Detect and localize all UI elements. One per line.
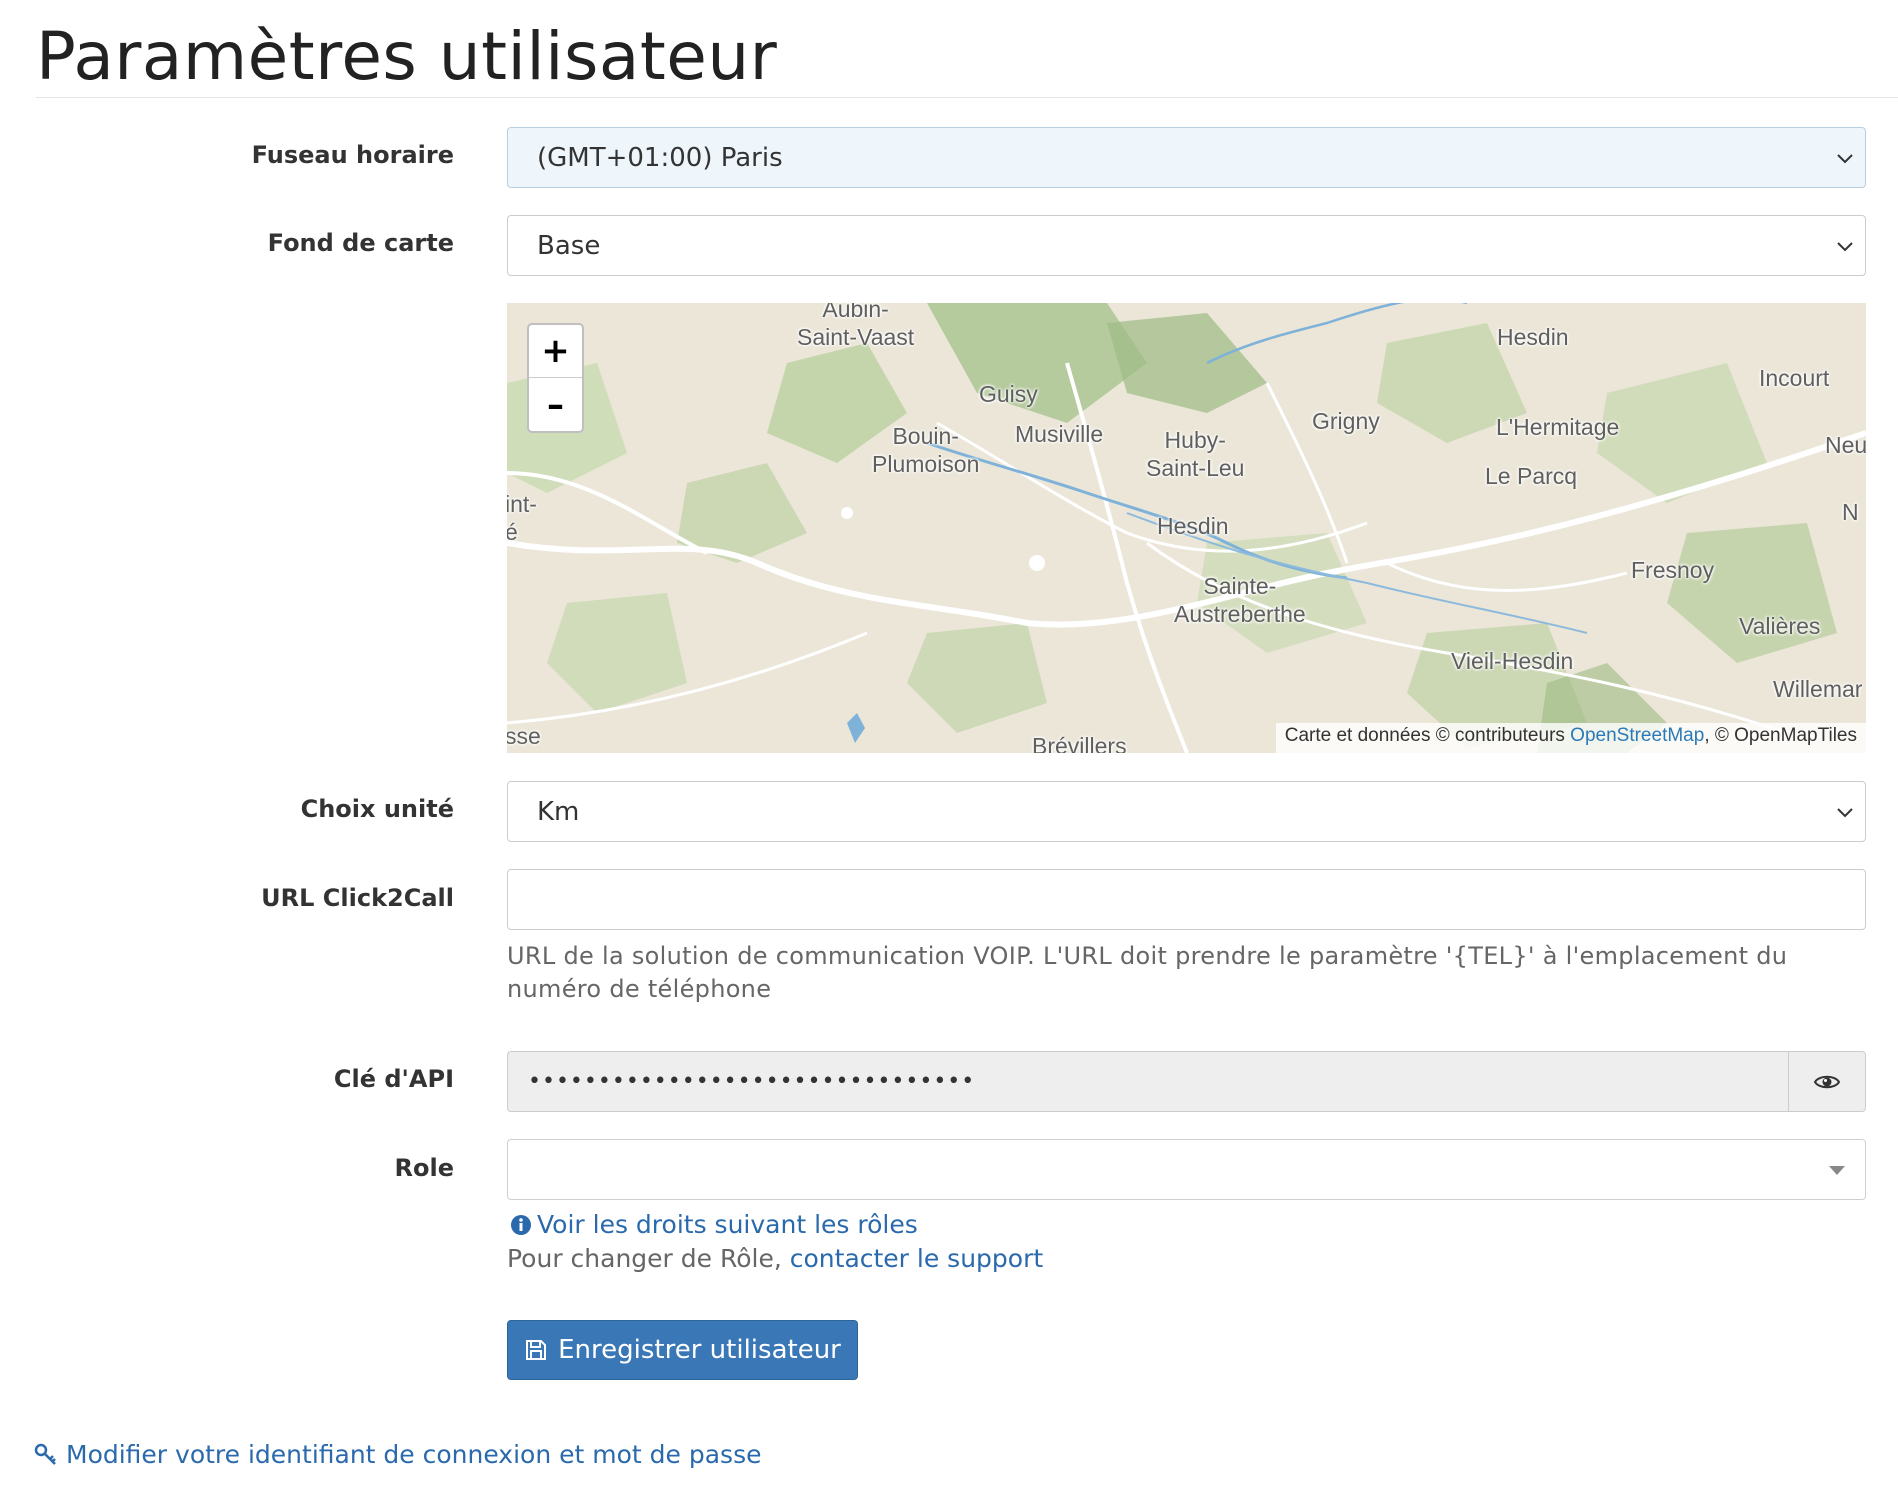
change-credentials-link[interactable]: Modifier votre identifiant de connexion … <box>34 1440 761 1469</box>
click2call-help: URL de la solution de communication VOIP… <box>507 942 1788 1003</box>
map-place-label: Sainte- Austreberthe <box>1174 573 1306 627</box>
basemap-value: Base <box>537 230 601 261</box>
title-divider <box>36 97 1898 98</box>
map-place-label: Neu <box>1825 432 1866 458</box>
timezone-select[interactable]: (GMT+01:00) Paris <box>507 127 1866 188</box>
role-change-text: Pour changer de Rôle, <box>507 1244 790 1273</box>
map-place-label: Vieil-Hesdin <box>1451 648 1574 674</box>
map-place-label: Bouin- Plumoison <box>872 423 980 477</box>
unit-select[interactable]: Km <box>507 781 1866 842</box>
api-key-label: Clé d'API <box>333 1065 454 1093</box>
map-place-label: Incourt <box>1759 365 1830 391</box>
map-place-label: Valières <box>1739 613 1821 639</box>
map-place-label: Guisy <box>979 381 1038 407</box>
role-label: Role <box>394 1154 454 1182</box>
map-place-label: Huby- Saint-Leu <box>1146 427 1245 481</box>
map-place-label: sse <box>507 723 541 749</box>
save-user-button[interactable]: Enregistrer utilisateur <box>507 1320 858 1380</box>
floppy-disk-icon <box>526 1340 547 1360</box>
save-user-label: Enregistrer utilisateur <box>558 1335 841 1365</box>
api-key-value: •••••••••••••••••••••••••••••••• <box>528 1069 976 1094</box>
api-key-field: •••••••••••••••••••••••••••••••• <box>507 1051 1866 1112</box>
timezone-value: (GMT+01:00) Paris <box>537 142 783 173</box>
contact-support-link[interactable]: contacter le support <box>790 1244 1043 1273</box>
chevron-down-icon <box>1837 153 1853 163</box>
map-place-label: Musiville <box>1015 421 1104 447</box>
role-select[interactable] <box>507 1139 1866 1200</box>
openstreetmap-link[interactable]: OpenStreetMap <box>1570 725 1704 746</box>
map-place-label: Aubin- Saint-Vaast <box>797 303 915 350</box>
eye-icon <box>1813 1075 1841 1088</box>
zoom-out-button[interactable]: – <box>529 378 582 431</box>
map-place-label: Grigny <box>1312 408 1380 434</box>
click2call-input[interactable] <box>507 869 1866 930</box>
role-change-note: Pour changer de Rôle, contacter le suppo… <box>507 1244 1043 1273</box>
attribution-suffix: , © OpenMapTiles <box>1704 725 1857 746</box>
map-place-label: Hesdin <box>1157 513 1229 539</box>
basemap-select[interactable]: Base <box>507 215 1866 276</box>
map-preview[interactable]: + – Aubin- Saint-Vaast Hesdin Guisy Incou… <box>507 303 1866 753</box>
click2call-label: URL Click2Call <box>261 884 454 912</box>
info-circle-icon <box>511 1214 531 1235</box>
key-icon <box>34 1443 56 1465</box>
page-title: Paramètres utilisateur <box>36 18 778 95</box>
map-place-label: Brévillers <box>1032 733 1127 753</box>
toggle-visibility-button[interactable] <box>1788 1052 1865 1111</box>
map-place-label: Le Parcq <box>1485 463 1578 489</box>
map-place-label: Willemar <box>1773 676 1863 702</box>
zoom-control: + – <box>527 323 584 433</box>
map-place-label: L'Hermitage <box>1496 414 1620 440</box>
change-credentials-text: Modifier votre identifiant de connexion … <box>66 1440 762 1469</box>
map-place-label: int-é <box>507 491 537 545</box>
timezone-label: Fuseau horaire <box>251 141 454 169</box>
map-place-label: Fresnoy <box>1631 557 1715 583</box>
chevron-down-icon <box>1837 241 1853 251</box>
map-place-label: Hesdin <box>1497 324 1569 350</box>
unit-label: Choix unité <box>300 795 454 823</box>
basemap-label: Fond de carte <box>267 229 454 257</box>
map-place-label: N <box>1842 499 1859 525</box>
unit-value: Km <box>537 796 580 827</box>
chevron-down-icon <box>1837 807 1853 817</box>
zoom-in-button[interactable]: + <box>529 325 582 378</box>
map-attribution: Carte et données © contributeurs OpenStr… <box>1275 723 1866 753</box>
attribution-text: Carte et données © contributeurs <box>1284 725 1571 746</box>
role-rights-link[interactable]: Voir les droits suivant les rôles <box>511 1210 918 1239</box>
role-rights-text: Voir les droits suivant les rôles <box>537 1210 918 1239</box>
caret-down-icon <box>1829 1166 1845 1175</box>
